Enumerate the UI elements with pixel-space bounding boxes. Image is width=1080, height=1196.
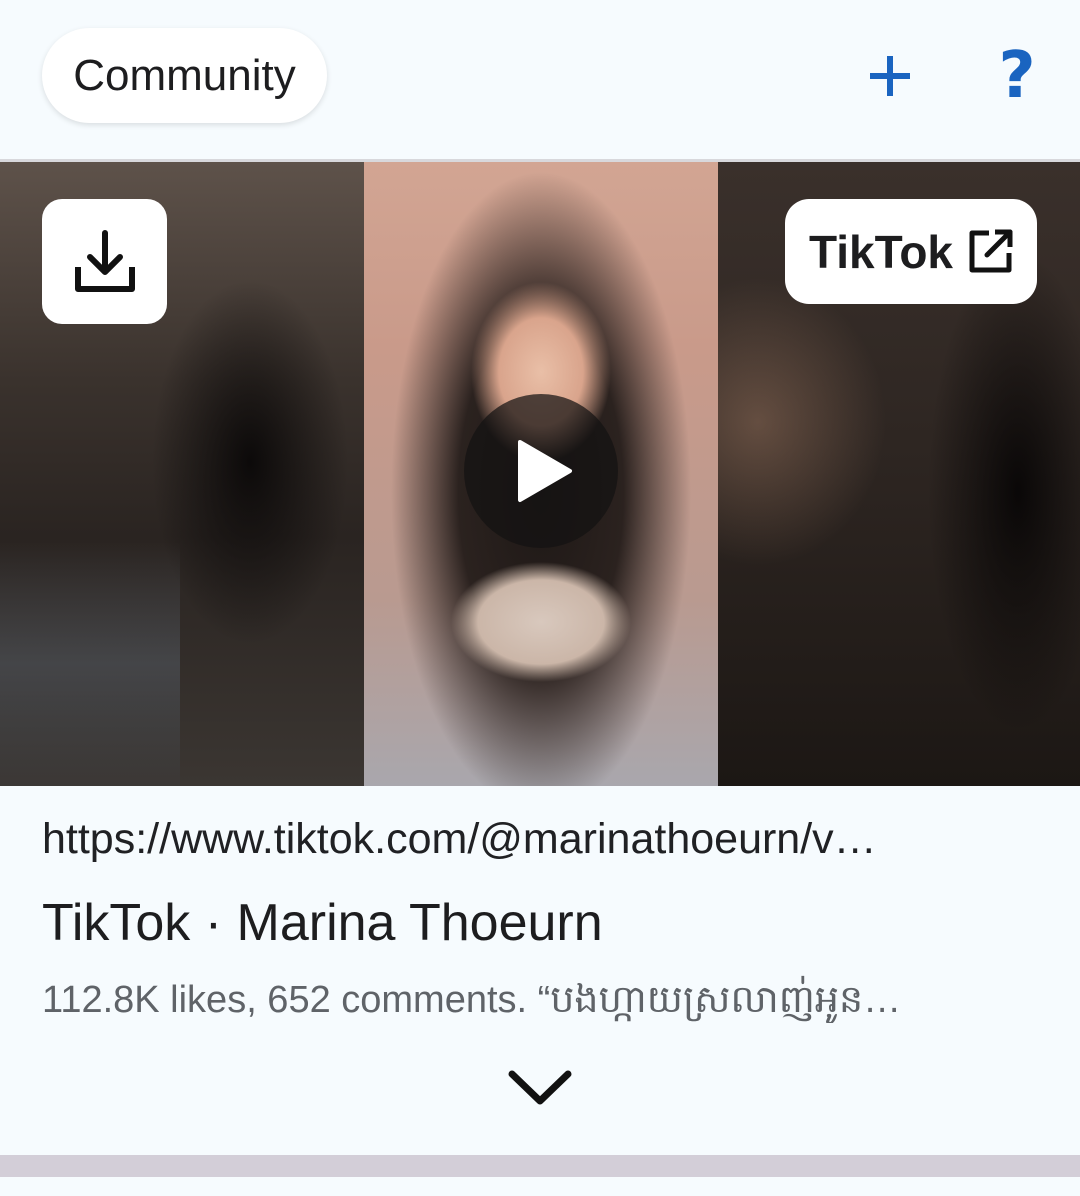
link-title[interactable]: TikTok · Marina Thoeurn xyxy=(42,893,1032,955)
plus-icon xyxy=(870,56,910,96)
download-icon xyxy=(74,229,135,292)
open-external-icon xyxy=(969,229,1013,272)
link-url[interactable]: https://www.tiktok.com/@marinathoeurn/v… xyxy=(42,815,1032,871)
expand-button[interactable] xyxy=(500,1060,580,1116)
community-label: Community xyxy=(73,50,296,100)
help-button[interactable]: ? xyxy=(982,38,1052,114)
play-icon xyxy=(518,440,572,502)
link-description: 112.8K likes, 652 comments. “បងហ្កាយស្រល… xyxy=(42,979,902,1021)
community-chip[interactable]: Community xyxy=(42,28,327,123)
card-separator xyxy=(0,1155,1080,1177)
add-button[interactable] xyxy=(855,38,925,114)
top-bar: Community ? xyxy=(0,0,1080,160)
download-button[interactable] xyxy=(42,199,167,324)
chevron-down-icon xyxy=(508,1070,572,1105)
play-button[interactable] xyxy=(464,394,618,548)
open-in-tiktok-button[interactable]: TikTok xyxy=(785,199,1037,304)
source-label: TikTok xyxy=(809,225,953,278)
question-mark-icon: ? xyxy=(998,39,1036,113)
